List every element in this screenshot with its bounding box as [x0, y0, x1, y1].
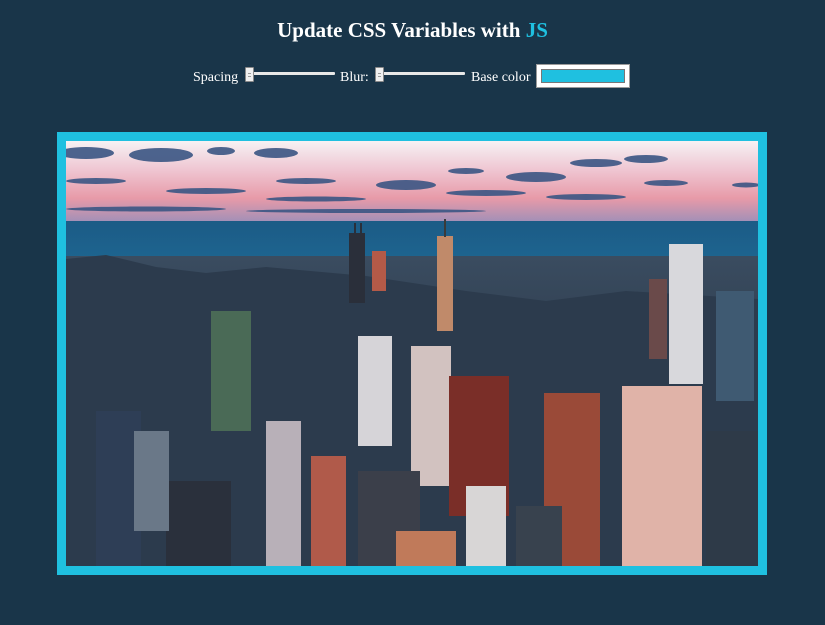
blur-slider[interactable]	[375, 67, 465, 82]
image-frame	[57, 132, 767, 575]
base-color-swatch	[541, 69, 625, 83]
base-color-picker[interactable]	[536, 64, 630, 88]
page-title-text: Update CSS Variables with	[277, 18, 526, 42]
spacing-slider-thumb[interactable]	[245, 67, 254, 82]
blur-label: Blur:	[340, 70, 369, 85]
city-skyline-image	[66, 141, 758, 566]
controls-bar: Spacing Blur: Base color	[0, 62, 825, 92]
spacing-slider[interactable]	[245, 67, 335, 82]
blur-slider-track	[375, 72, 465, 75]
page-title: Update CSS Variables with JS	[0, 16, 825, 44]
base-color-label: Base color	[471, 70, 531, 85]
spacing-slider-track	[245, 72, 335, 75]
spacing-label: Spacing	[193, 70, 239, 85]
blur-slider-thumb[interactable]	[375, 67, 384, 82]
page-title-highlight: JS	[525, 18, 548, 42]
